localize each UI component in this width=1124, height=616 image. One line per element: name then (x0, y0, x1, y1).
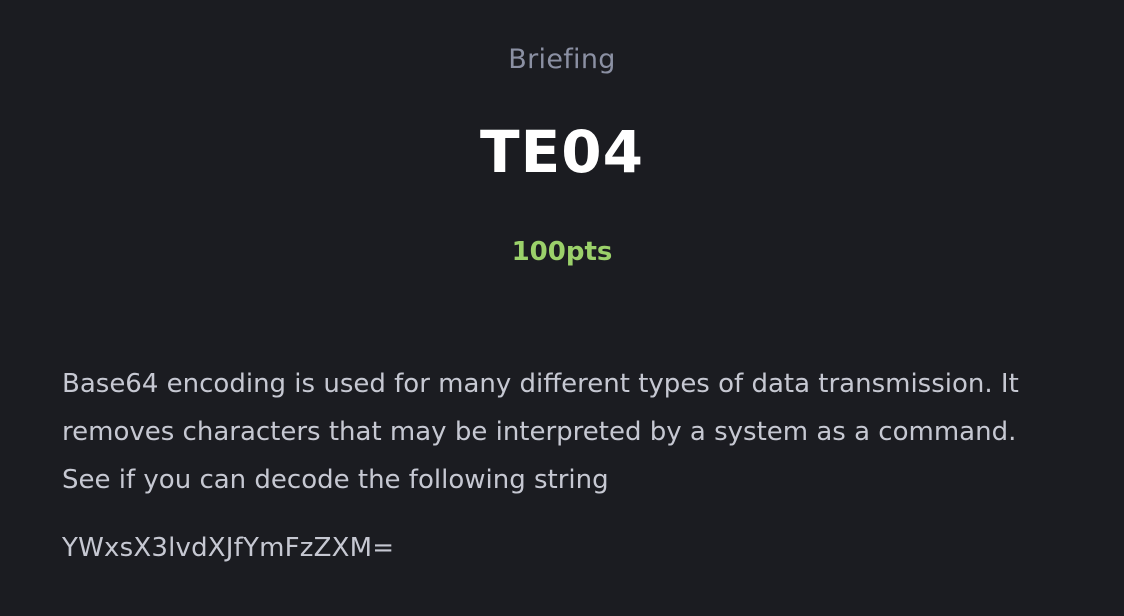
challenge-title: TE04 (480, 118, 644, 186)
encoded-string[interactable]: YWxsX3lvdXJfYmFzZXM= (62, 533, 394, 563)
section-label: Briefing (508, 44, 616, 75)
points-value: 100pts (511, 237, 613, 267)
challenge-description: Base64 encoding is used for many differe… (62, 369, 1019, 495)
